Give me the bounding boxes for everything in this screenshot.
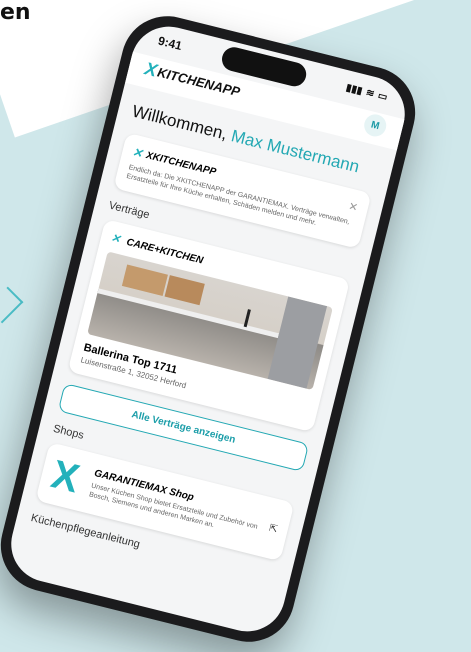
kitchen-cabinet-2 [164, 275, 205, 306]
kitchen-fridge [267, 296, 328, 389]
chevron-right-icon [0, 286, 24, 324]
close-icon[interactable]: ✕ [347, 199, 359, 214]
main-content: Willkommen, Max Mustermann ✕ XKITCHENAPP… [13, 83, 397, 600]
x-logo-icon: ✕ [109, 232, 122, 247]
wifi-icon: ≋ [364, 86, 376, 100]
x-logo-icon: ✕ [131, 144, 145, 161]
background-heading-fragment: en [0, 0, 31, 25]
status-icons: ▮▮▮ ≋ ▭ [345, 82, 389, 103]
status-time: 9:41 [156, 33, 184, 54]
avatar[interactable]: M [361, 112, 389, 139]
x-logo-icon: X [47, 452, 84, 502]
battery-icon: ▭ [376, 89, 389, 103]
kitchen-cabinet-1 [121, 264, 168, 297]
external-link-icon[interactable]: ⇱ [268, 523, 279, 536]
signal-icon: ▮▮▮ [344, 81, 364, 97]
